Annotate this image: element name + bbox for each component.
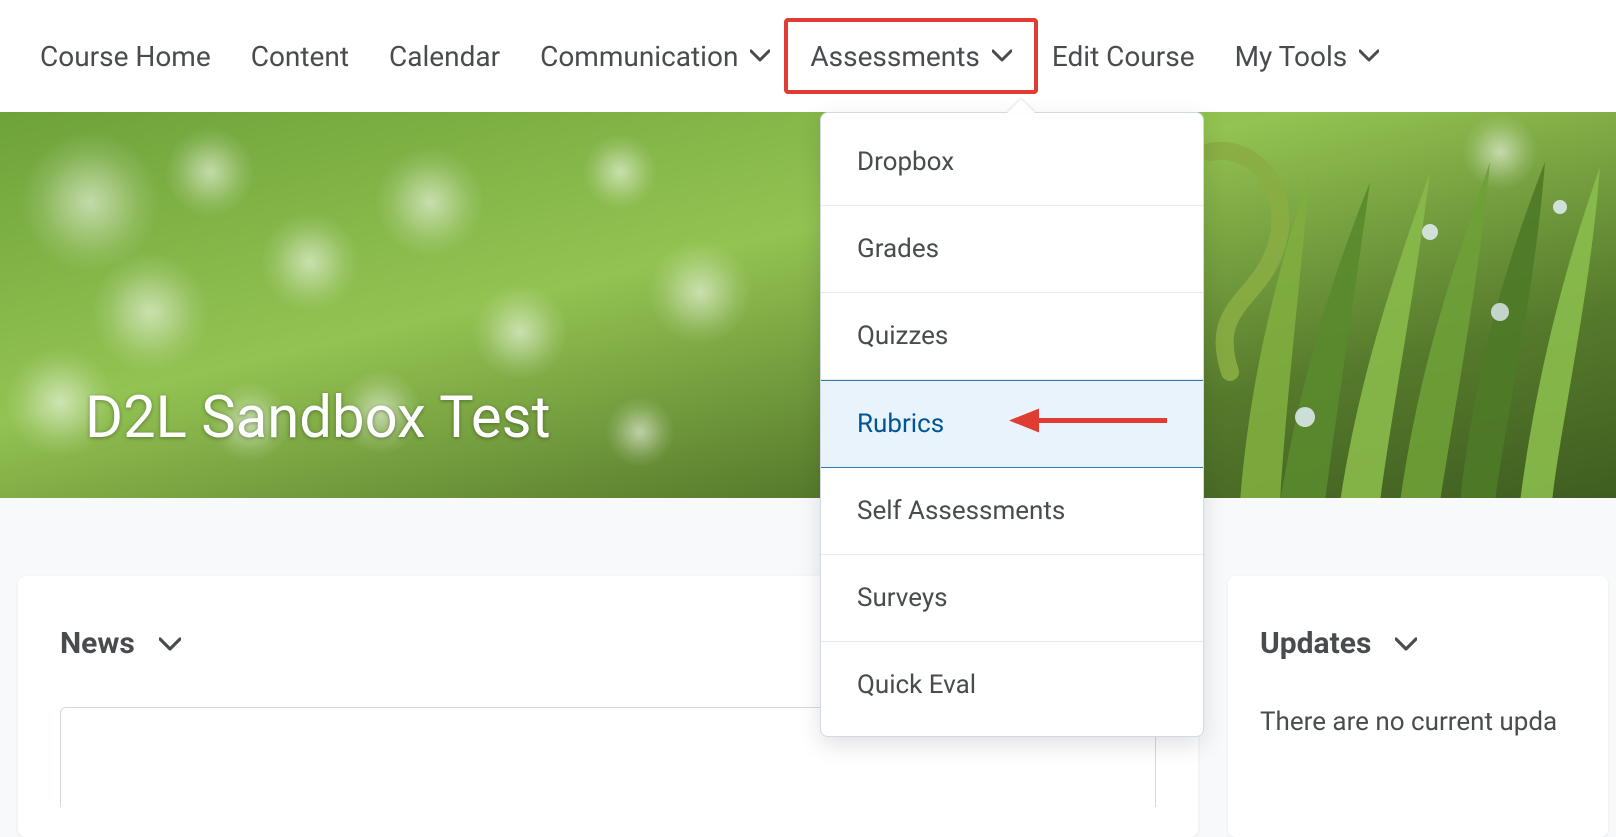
nav-label: Content xyxy=(251,40,349,73)
chevron-down-icon xyxy=(159,637,181,651)
dropdown-item-label: Quick Eval xyxy=(857,670,976,700)
dropdown-item-grades[interactable]: Grades xyxy=(821,206,1203,293)
page-title: D2L Sandbox Test xyxy=(85,384,551,452)
updates-widget-header[interactable]: Updates xyxy=(1260,626,1576,661)
dropdown-item-quick-eval[interactable]: Quick Eval xyxy=(821,642,1203,728)
course-navbar: Course Home Content Calendar Communicati… xyxy=(0,0,1616,112)
updates-title: Updates xyxy=(1260,626,1371,661)
dropdown-item-label: Self Assessments xyxy=(857,496,1065,526)
chevron-down-icon xyxy=(1395,637,1417,651)
dropdown-item-self-assessments[interactable]: Self Assessments xyxy=(821,468,1203,555)
nav-course-home[interactable]: Course Home xyxy=(20,0,231,112)
news-title: News xyxy=(60,626,135,661)
dropdown-item-label: Dropbox xyxy=(857,147,954,177)
nav-calendar[interactable]: Calendar xyxy=(369,0,520,112)
chevron-down-icon xyxy=(992,49,1012,63)
nav-label: Calendar xyxy=(389,40,500,73)
arrow-left-annotation-icon xyxy=(1009,405,1169,444)
chevron-down-icon xyxy=(750,49,770,63)
dropdown-item-label: Surveys xyxy=(857,583,948,613)
updates-widget: Updates There are no current upda xyxy=(1228,576,1608,837)
nav-assessments[interactable]: Assessments xyxy=(790,0,1031,112)
content-area: News Updates There are no current upda xyxy=(0,498,1616,837)
dropdown-item-label: Quizzes xyxy=(857,321,948,351)
nav-label: Course Home xyxy=(40,40,211,73)
chevron-down-icon xyxy=(1359,49,1379,63)
updates-body-text: There are no current upda xyxy=(1260,707,1576,737)
course-banner: D2L Sandbox Test xyxy=(0,112,1616,498)
nav-label: Communication xyxy=(540,40,738,73)
dropdown-item-dropbox[interactable]: Dropbox xyxy=(821,119,1203,206)
nav-content[interactable]: Content xyxy=(231,0,369,112)
dropdown-item-rubrics[interactable]: Rubrics xyxy=(821,380,1203,468)
nav-edit-course[interactable]: Edit Course xyxy=(1032,0,1215,112)
nav-my-tools[interactable]: My Tools xyxy=(1215,0,1400,112)
nav-communication[interactable]: Communication xyxy=(520,0,790,112)
dropdown-item-quizzes[interactable]: Quizzes xyxy=(821,293,1203,380)
dropdown-item-label: Grades xyxy=(857,234,939,264)
dropdown-item-label: Rubrics xyxy=(857,409,944,439)
nav-label: Edit Course xyxy=(1052,40,1195,73)
nav-label: Assessments xyxy=(810,40,979,73)
nav-label: My Tools xyxy=(1235,40,1348,73)
assessments-dropdown: Dropbox Grades Quizzes Rubrics Self Asse… xyxy=(820,112,1204,737)
dropdown-item-surveys[interactable]: Surveys xyxy=(821,555,1203,642)
